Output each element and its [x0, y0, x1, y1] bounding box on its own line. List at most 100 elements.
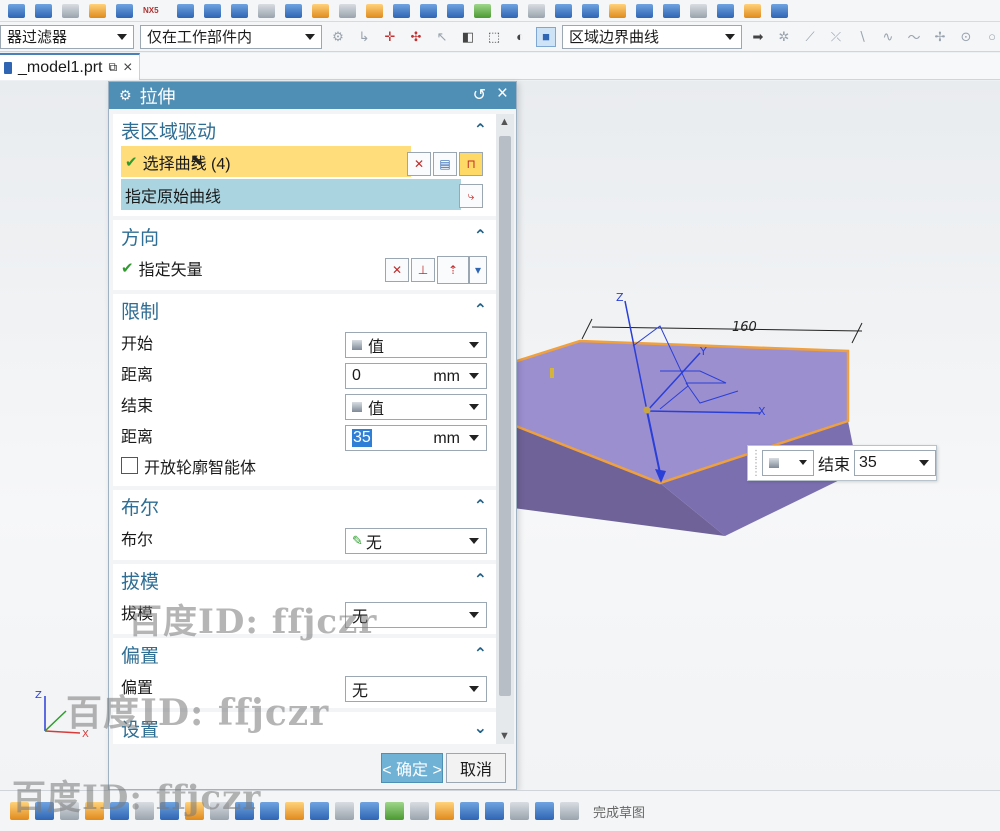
draft-dropdown[interactable]: 无: [345, 602, 487, 628]
tab-model1[interactable]: _model1.prt ⧉ ×: [0, 53, 140, 80]
dimension-icon[interactable]: [335, 802, 354, 820]
unite-icon[interactable]: [177, 3, 194, 18]
chevron-down-icon[interactable]: [469, 373, 479, 379]
snap-center-icon[interactable]: ⊙: [956, 27, 976, 47]
limits-group-header[interactable]: 限制 ⌃: [113, 294, 497, 326]
scope-filter-dropdown[interactable]: 仅在工作部件内: [140, 24, 322, 49]
chevron-up-icon[interactable]: ⌃: [474, 496, 487, 516]
project-icon[interactable]: [310, 802, 329, 820]
snap-wave-icon[interactable]: 〜: [904, 27, 924, 47]
trim-icon[interactable]: [210, 802, 229, 820]
offset-curve-icon[interactable]: [260, 802, 279, 820]
sketch-section-icon[interactable]: ▤: [433, 152, 457, 176]
select-face-icon[interactable]: ◧: [458, 27, 478, 47]
start-distance-value[interactable]: 0: [352, 367, 361, 385]
offset-face-icon[interactable]: [474, 3, 491, 18]
subtract-icon[interactable]: [204, 3, 221, 18]
start-type-dropdown[interactable]: 值: [345, 332, 487, 358]
split-body-icon[interactable]: [285, 3, 302, 18]
intersect-icon[interactable]: [231, 3, 248, 18]
scrollbar-thumb[interactable]: [499, 136, 511, 696]
direction-group-header[interactable]: 方向 ⌃: [113, 220, 497, 252]
onscreen-end-input[interactable]: 35: [854, 450, 937, 476]
reset-icon[interactable]: ↺: [473, 85, 486, 105]
snap-tangent-icon[interactable]: ⤫: [826, 27, 846, 47]
snap-intersection-icon[interactable]: ✢: [930, 27, 950, 47]
analysis-icon[interactable]: [771, 3, 788, 18]
snap-circle-icon[interactable]: ○: [982, 27, 1000, 47]
curve-rule-dropdown[interactable]: 区域边界曲线: [562, 24, 742, 49]
end-type-dropdown[interactable]: 值: [345, 394, 487, 420]
measure-icon[interactable]: [744, 3, 761, 18]
chevron-down-icon[interactable]: ⌄: [474, 718, 487, 738]
draft-icon[interactable]: [393, 3, 410, 18]
auto-constraint-icon[interactable]: [385, 802, 404, 820]
chevron-up-icon[interactable]: ⌃: [474, 300, 487, 320]
snap-endpoint-icon[interactable]: ✣: [406, 27, 426, 47]
thicken-icon[interactable]: [501, 3, 518, 18]
dialog-scrollbar[interactable]: ▲ ▼: [496, 114, 514, 744]
replace-face-icon[interactable]: [582, 3, 599, 18]
constraint-icon[interactable]: [360, 802, 379, 820]
end-distance-input[interactable]: 35 mm: [345, 425, 487, 451]
start-distance-input[interactable]: 0 mm: [345, 363, 487, 389]
dimension-label[interactable]: 160: [732, 320, 757, 335]
dialog-title-bar[interactable]: ⚙ 拉伸 ↺ ×: [109, 82, 516, 109]
flag-icon[interactable]: [560, 802, 579, 820]
snap-curve-icon[interactable]: ∖: [852, 27, 872, 47]
pattern-icon[interactable]: [420, 3, 437, 18]
delete-face-icon[interactable]: [636, 3, 653, 18]
chevron-up-icon[interactable]: ⌃: [474, 644, 487, 664]
move-face-icon[interactable]: [609, 3, 626, 18]
update-icon[interactable]: [535, 802, 554, 820]
show-constraints-icon[interactable]: [410, 802, 429, 820]
offset-group-header[interactable]: 偏置 ⌃: [113, 638, 497, 670]
mirror-curve-icon[interactable]: [285, 802, 304, 820]
select-curve-row[interactable]: ✔ 选择曲线 (4): [121, 146, 411, 177]
close-icon[interactable]: ×: [123, 59, 132, 77]
onscreen-end-value[interactable]: 35: [859, 454, 877, 472]
chevron-up-icon[interactable]: ⌃: [474, 120, 487, 140]
box-icon[interactable]: [8, 3, 25, 18]
profile-icon[interactable]: [35, 802, 54, 820]
curve-section-icon[interactable]: ⊓: [459, 152, 483, 176]
circle-icon[interactable]: [110, 802, 129, 820]
line-icon[interactable]: [60, 802, 79, 820]
cone-icon[interactable]: [62, 3, 79, 18]
ok-button[interactable]: < 确定 >: [381, 753, 443, 783]
chamfer-icon[interactable]: [339, 3, 356, 18]
patch-icon[interactable]: [555, 3, 572, 18]
arc-icon[interactable]: [85, 802, 104, 820]
offset-dropdown[interactable]: 无: [345, 676, 487, 702]
polygon-icon[interactable]: [160, 802, 179, 820]
chevron-down-icon[interactable]: [469, 435, 479, 441]
show-hide-icon[interactable]: ◐: [510, 27, 530, 47]
rectangle-select-icon[interactable]: ⬚: [484, 27, 504, 47]
trim-body-icon[interactable]: [258, 3, 275, 18]
chevron-down-icon[interactable]: ▾: [469, 256, 487, 284]
section-group-header[interactable]: 表区域驱动 ⌃: [113, 114, 497, 146]
resize-face-icon[interactable]: [663, 3, 680, 18]
type-filter-dropdown[interactable]: 器过滤器: [0, 24, 134, 49]
scroll-up-icon[interactable]: ▲: [499, 116, 510, 128]
gear-icon[interactable]: ⚙: [119, 87, 132, 104]
origin-curve-icon[interactable]: ⤷: [459, 184, 483, 208]
snap-spline-icon[interactable]: ∿: [878, 27, 898, 47]
snap-existing-icon[interactable]: ✲: [774, 27, 794, 47]
rectangle-icon[interactable]: [135, 802, 154, 820]
chevron-up-icon[interactable]: ⌃: [474, 570, 487, 590]
sketch-icon[interactable]: [10, 802, 29, 820]
extend-icon[interactable]: [235, 802, 254, 820]
reverse-direction-icon[interactable]: ✕: [385, 258, 409, 282]
edge-blend-icon[interactable]: [312, 3, 329, 18]
chain-icon[interactable]: [435, 802, 454, 820]
snap-arrow-icon[interactable]: ↳: [354, 27, 374, 47]
forward-arrow-icon[interactable]: ➡: [748, 27, 768, 47]
close-icon[interactable]: ×: [497, 83, 508, 105]
chevron-up-icon[interactable]: ⌃: [474, 226, 487, 246]
filter-settings-icon[interactable]: ⚙: [328, 27, 348, 47]
chevron-down-icon[interactable]: [919, 460, 930, 466]
fillet-icon[interactable]: [185, 802, 204, 820]
specify-origin-curve-row[interactable]: 指定原始曲线: [121, 179, 461, 210]
vector-axis-icon[interactable]: ⊥: [411, 258, 435, 282]
